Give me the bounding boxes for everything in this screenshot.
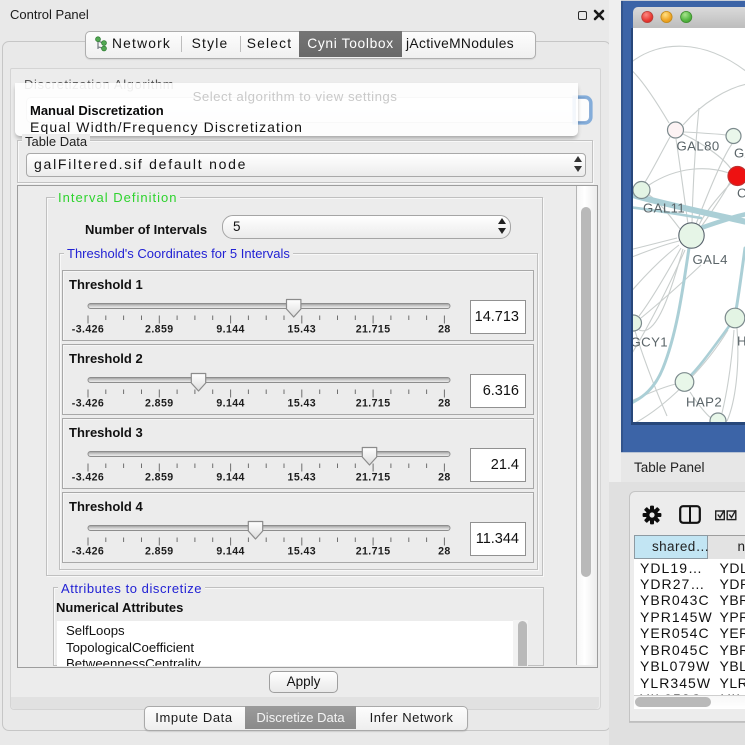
svg-text:15.43: 15.43 [288,546,317,558]
svg-text:-3.426: -3.426 [72,472,104,484]
svg-text:28: 28 [438,472,451,484]
svg-text:GAL11: GAL11 [643,200,685,215]
svg-text:9.144: 9.144 [216,324,245,336]
svg-text:C: C [737,186,745,201]
svg-text:GAL4: GAL4 [692,252,727,267]
svg-text:GCY1: GCY1 [633,335,668,350]
svg-text:GAL80: GAL80 [676,139,719,154]
svg-text:-3.426: -3.426 [72,398,104,410]
svg-text:15.43: 15.43 [288,472,317,484]
svg-text:2.859: 2.859 [145,546,174,558]
svg-text:28: 28 [438,398,451,410]
svg-text:-3.426: -3.426 [72,324,104,336]
svg-text:21.715: 21.715 [356,398,391,410]
svg-text:21.715: 21.715 [356,324,391,336]
svg-text:9.144: 9.144 [216,398,245,410]
svg-text:21.715: 21.715 [356,546,391,558]
svg-text:2.859: 2.859 [145,324,174,336]
svg-text:GA: GA [734,146,745,161]
svg-text:15.43: 15.43 [288,324,317,336]
svg-text:28: 28 [438,324,451,336]
svg-text:2.859: 2.859 [145,398,174,410]
svg-text:9.144: 9.144 [216,472,245,484]
svg-text:21.715: 21.715 [356,472,391,484]
svg-text:9.144: 9.144 [216,546,245,558]
svg-text:15.43: 15.43 [288,398,317,410]
svg-text:28: 28 [438,546,451,558]
svg-text:2.859: 2.859 [145,472,174,484]
svg-text:-3.426: -3.426 [72,546,104,558]
svg-text:H: H [737,334,745,349]
svg-text:HAP2: HAP2 [686,395,722,410]
